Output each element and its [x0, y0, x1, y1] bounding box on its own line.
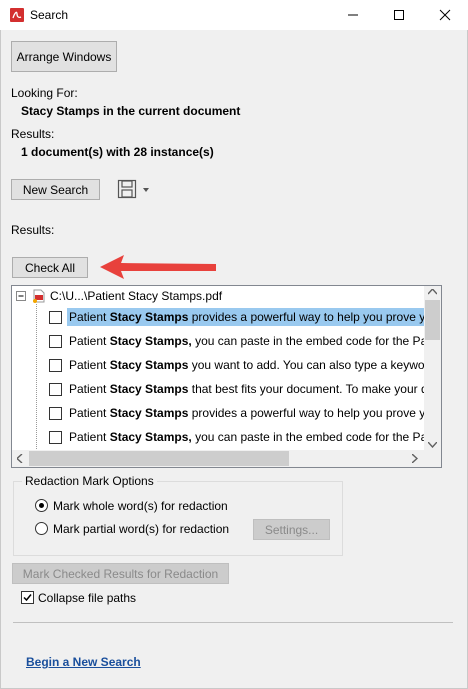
results-summary-value: 1 document(s) with 28 instance(s): [21, 145, 214, 159]
result-checkbox[interactable]: [49, 407, 62, 420]
result-suffix: you can paste in the embed code for the …: [191, 334, 442, 348]
horizontal-scrollbar[interactable]: [12, 450, 424, 467]
maximize-icon: [394, 10, 404, 20]
begin-new-search-link[interactable]: Begin a New Search: [26, 655, 141, 669]
result-prefix: Patient: [69, 406, 110, 420]
check-all-button[interactable]: Check All: [12, 257, 88, 278]
result-row[interactable]: Patient Stacy Stamps that best fits your…: [12, 378, 440, 400]
looking-for-label: Looking For:: [11, 86, 78, 100]
close-icon: [439, 9, 451, 21]
collapse-toggle-icon[interactable]: [16, 291, 27, 302]
result-checkbox[interactable]: [49, 383, 62, 396]
result-prefix: Patient: [69, 334, 110, 348]
mark-checked-results-button[interactable]: Mark Checked Results for Redaction: [12, 563, 229, 584]
footer-divider: [13, 622, 453, 623]
result-prefix: Patient: [69, 358, 110, 372]
scroll-left-icon[interactable]: [17, 454, 23, 463]
close-button[interactable]: [422, 0, 468, 30]
pdf-file-icon: [33, 289, 45, 303]
result-match: Stacy Stamps,: [109, 430, 192, 444]
minimize-icon: [348, 14, 358, 16]
result-text[interactable]: Patient Stacy Stamps, you can paste in t…: [67, 332, 442, 350]
results-label: Results:: [11, 223, 55, 237]
result-suffix: that best fits your document. To make yo…: [188, 382, 441, 396]
mark-partial-radio[interactable]: [35, 522, 48, 535]
collapse-paths-checkbox[interactable]: [21, 591, 34, 604]
result-match: Stacy Stamps: [109, 310, 189, 324]
scroll-corner: [424, 450, 441, 467]
result-checkbox[interactable]: [49, 359, 62, 372]
window-title: Search: [30, 8, 69, 22]
maximize-button[interactable]: [376, 0, 422, 30]
result-prefix: Patient: [69, 310, 110, 324]
result-row[interactable]: Patient Stacy Stamps you want to add. Yo…: [12, 354, 441, 376]
settings-button[interactable]: Settings...: [253, 519, 330, 540]
result-match: Stacy Stamps,: [109, 334, 192, 348]
result-row[interactable]: Patient Stacy Stamps, you can paste in t…: [12, 426, 441, 448]
new-search-button[interactable]: New Search: [11, 179, 100, 200]
vertical-scrollbar[interactable]: [424, 286, 441, 451]
save-icon: [117, 179, 149, 199]
result-text[interactable]: Patient Stacy Stamps provides a powerful…: [67, 308, 442, 326]
annotation-arrow-icon: [100, 255, 216, 279]
result-row[interactable]: Patient Stacy Stamps, you can paste in t…: [12, 330, 441, 352]
result-text[interactable]: Patient Stacy Stamps provides a powerful…: [67, 404, 442, 422]
result-text[interactable]: Patient Stacy Stamps, you can paste in t…: [67, 428, 442, 446]
looking-for-value: Stacy Stamps in the current document: [21, 104, 241, 118]
vertical-scroll-thumb[interactable]: [425, 300, 440, 340]
horizontal-scroll-thumb[interactable]: [29, 451, 289, 466]
title-bar: Search: [0, 0, 468, 30]
file-node-label[interactable]: C:\U...\Patient Stacy Stamps.pdf: [50, 289, 222, 303]
result-checkbox[interactable]: [49, 311, 62, 324]
result-suffix: provides a powerful way to help you prov…: [188, 310, 442, 324]
scroll-right-icon[interactable]: [412, 454, 418, 463]
pdf-app-icon: [10, 8, 24, 22]
result-match: Stacy Stamps: [109, 406, 189, 420]
collapse-paths-label[interactable]: Collapse file paths: [38, 591, 136, 605]
result-match: Stacy Stamps: [109, 382, 189, 396]
mark-whole-label[interactable]: Mark whole word(s) for redaction: [53, 499, 228, 513]
scroll-down-icon[interactable]: [428, 442, 437, 448]
mark-partial-label[interactable]: Mark partial word(s) for redaction: [53, 522, 229, 536]
result-prefix: Patient: [69, 430, 110, 444]
result-suffix: you want to add. You can also type a key…: [188, 358, 442, 372]
result-suffix: provides a powerful way to help you prov…: [188, 406, 442, 420]
results-tree[interactable]: C:\U...\Patient Stacy Stamps.pdf Patient…: [11, 285, 442, 468]
checkmark-icon: [23, 594, 32, 602]
minimize-button[interactable]: [330, 0, 376, 30]
mark-whole-radio[interactable]: [35, 499, 48, 512]
scroll-up-icon[interactable]: [428, 289, 437, 295]
arrange-windows-button[interactable]: Arrange Windows: [11, 41, 117, 72]
result-text[interactable]: Patient Stacy Stamps you want to add. Yo…: [67, 356, 442, 374]
result-prefix: Patient: [69, 382, 110, 396]
result-match: Stacy Stamps: [109, 358, 189, 372]
results-summary-label: Results:: [11, 127, 55, 141]
redaction-group-label: Redaction Mark Options: [22, 474, 157, 488]
result-checkbox[interactable]: [49, 335, 62, 348]
save-dropdown-button[interactable]: [116, 178, 154, 202]
result-checkbox[interactable]: [49, 431, 62, 444]
result-text[interactable]: Patient Stacy Stamps that best fits your…: [67, 380, 441, 398]
result-row[interactable]: Patient Stacy Stamps provides a powerful…: [12, 306, 441, 328]
result-row[interactable]: Patient Stacy Stamps provides a powerful…: [12, 402, 441, 424]
result-suffix: you can paste in the embed code for the …: [191, 430, 442, 444]
